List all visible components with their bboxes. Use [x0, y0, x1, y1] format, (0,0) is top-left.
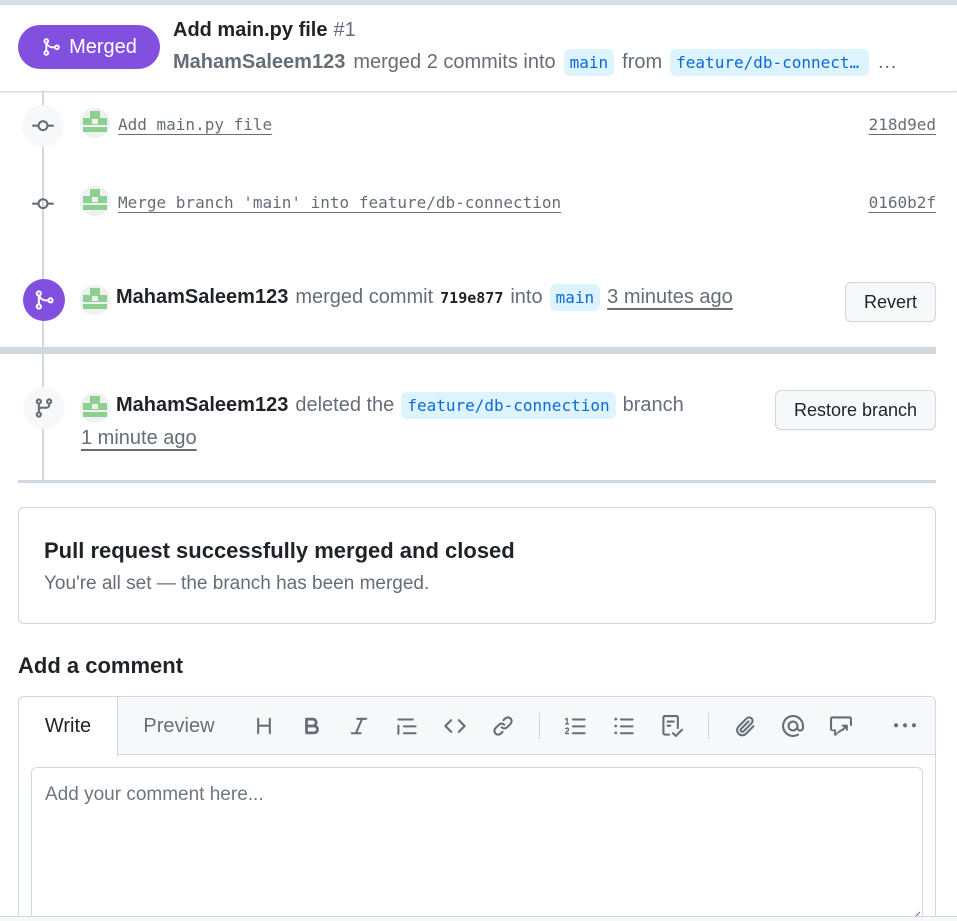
git-branch-icon: [35, 398, 53, 418]
timeline-divider: [0, 347, 936, 354]
pr-meta: MahamSaleem123 merged 2 commits into mai…: [173, 49, 897, 76]
timeline-divider: [18, 480, 936, 483]
delete-branch-event-text: MahamSaleem123 deleted the feature/db-co…: [116, 392, 684, 419]
delete-author-link[interactable]: MahamSaleem123: [116, 394, 288, 417]
restore-branch-button[interactable]: Restore branch: [775, 390, 936, 430]
commit-sha-link[interactable]: 0160b2f: [869, 193, 936, 212]
delete-action-text: deleted the: [295, 394, 395, 416]
attach-icon[interactable]: [730, 711, 760, 741]
merged-status-badge: Merged: [18, 25, 160, 69]
pr-sticky-header: Merged Add main.py file #1 MahamSaleem123…: [0, 5, 957, 92]
comment-box: Write Preview: [18, 696, 936, 921]
commit-dot: [22, 105, 64, 147]
code-icon[interactable]: [440, 711, 470, 741]
revert-button[interactable]: Revert: [845, 282, 936, 322]
comment-textarea[interactable]: [31, 767, 923, 921]
delete-branch-event-icon: [23, 387, 65, 429]
more-icon[interactable]: [890, 711, 920, 741]
merge-icon: [43, 38, 60, 56]
ordered-list-icon[interactable]: [561, 711, 591, 741]
merge-icon: [35, 290, 54, 310]
mention-icon[interactable]: [778, 711, 808, 741]
pr-from-text: from: [622, 51, 663, 73]
pr-number: #1: [333, 19, 356, 41]
merge-author-link[interactable]: MahamSaleem123: [116, 286, 288, 309]
deleted-branch-chip[interactable]: feature/db-connection: [401, 392, 616, 419]
pr-author-link[interactable]: MahamSaleem123: [173, 51, 345, 74]
git-commit-icon: [32, 198, 54, 210]
base-branch-chip[interactable]: main: [563, 49, 615, 76]
pr-action-text: merged 2 commits into: [353, 51, 556, 73]
commit-row: Add main.py file 218d9ed: [22, 105, 936, 147]
delete-timestamp-link[interactable]: 1 minute ago: [81, 427, 197, 450]
comment-toolbar: Write Preview: [19, 697, 935, 756]
toolbar-separator: [708, 713, 709, 739]
merge-branch-chip[interactable]: main: [549, 284, 601, 311]
avatar[interactable]: [80, 285, 110, 315]
reference-icon[interactable]: [826, 711, 856, 741]
merged-status-box: Pull request successfully merged and clo…: [18, 507, 936, 624]
pr-title: Add main.py file #1: [173, 19, 356, 42]
merge-action-text: merged commit: [295, 286, 434, 308]
heading-icon[interactable]: [249, 711, 279, 741]
commit-message-link[interactable]: Merge branch 'main' into feature/db-conn…: [118, 193, 561, 212]
merged-box-subtitle: You're all set — the branch has been mer…: [44, 573, 430, 594]
commit-dot: [22, 183, 64, 225]
more-ellipsis[interactable]: …: [877, 51, 897, 74]
add-comment-heading: Add a comment: [18, 653, 184, 678]
merged-box-title: Pull request successfully merged and clo…: [44, 538, 515, 563]
head-branch-chip[interactable]: feature/db-connection: [670, 49, 870, 76]
merge-event-text: MahamSaleem123 merged commit 719e877 int…: [116, 284, 733, 311]
commit-message-link[interactable]: Add main.py file: [118, 115, 272, 134]
tab-preview[interactable]: Preview: [129, 697, 229, 755]
unordered-list-icon[interactable]: [609, 711, 639, 741]
delete-timestamp: 1 minute ago: [81, 427, 197, 450]
pr-title-text[interactable]: Add main.py file: [173, 19, 327, 41]
delete-suffix-text: branch: [622, 394, 684, 416]
link-icon[interactable]: [488, 711, 518, 741]
avatar[interactable]: [80, 108, 110, 138]
git-commit-icon: [32, 120, 54, 132]
task-list-icon[interactable]: [657, 711, 687, 741]
avatar[interactable]: [80, 186, 110, 216]
merge-commit-sha-link[interactable]: 719e877: [440, 289, 503, 307]
quote-icon[interactable]: [392, 711, 422, 741]
commit-sha-link[interactable]: 218d9ed: [869, 115, 936, 134]
toolbar-separator: [539, 713, 540, 739]
bottom-edge: [0, 916, 957, 921]
tab-write[interactable]: Write: [19, 697, 118, 756]
merge-into-text: into: [510, 286, 543, 308]
merged-status-label: Merged: [69, 35, 137, 58]
merge-timestamp-link[interactable]: 3 minutes ago: [607, 286, 733, 309]
merge-event-icon: [23, 279, 65, 321]
avatar[interactable]: [80, 393, 110, 423]
commit-row: Merge branch 'main' into feature/db-conn…: [22, 183, 936, 225]
bold-icon[interactable]: [297, 711, 327, 741]
italic-icon[interactable]: [344, 711, 374, 741]
